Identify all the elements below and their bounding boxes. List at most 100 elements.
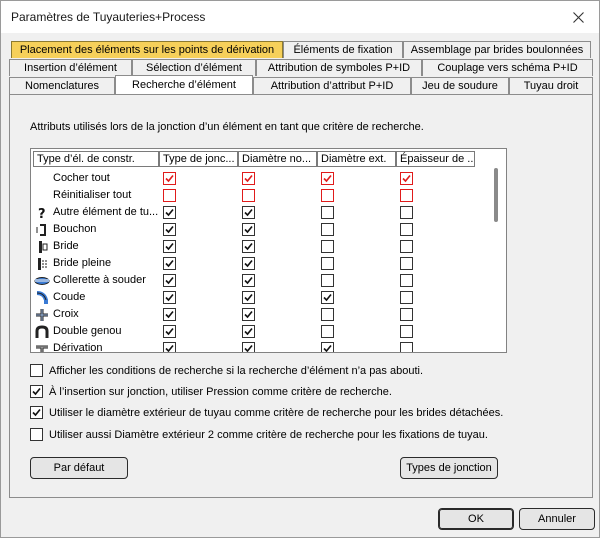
column-header-type-jonction[interactable]: Type de jonc... <box>159 151 238 167</box>
ok-button[interactable]: OK <box>438 508 514 530</box>
row-checkbox[interactable] <box>242 325 255 338</box>
row-checkbox[interactable] <box>400 172 413 185</box>
option-checkbox[interactable] <box>30 406 43 419</box>
scrollbar-thumb[interactable] <box>494 168 498 222</box>
option-checkbox[interactable] <box>30 364 43 377</box>
row-checkbox[interactable] <box>400 342 413 352</box>
row-checkbox[interactable] <box>400 274 413 287</box>
column-header-diametre-ext[interactable]: Diamètre ext. <box>317 151 396 167</box>
settings-dialog: Paramètres de Tuyauteries+Process Placem… <box>0 0 600 538</box>
row-checkbox[interactable] <box>242 189 255 202</box>
row-checkbox[interactable] <box>242 206 255 219</box>
row-checkbox[interactable] <box>163 274 176 287</box>
row-checkbox[interactable] <box>321 206 334 219</box>
list-scrollbar[interactable] <box>488 168 505 351</box>
blind-flange-icon <box>34 256 50 271</box>
row-checkbox[interactable] <box>163 342 176 352</box>
tab-attribution-symboles[interactable]: Attribution de symboles P+ID <box>256 59 422 76</box>
tab-recherche-element[interactable]: Recherche d’élément <box>115 75 253 94</box>
table-row[interactable]: Double genou <box>31 323 487 340</box>
row-checkbox[interactable] <box>163 325 176 338</box>
tab-elements-fixation[interactable]: Éléments de fixation <box>283 41 403 58</box>
row-checkbox[interactable] <box>400 189 413 202</box>
row-name: Cocher tout <box>53 172 110 184</box>
tab-tuyau-droit[interactable]: Tuyau droit <box>509 77 593 94</box>
tab-selection-element[interactable]: Sélection d’élément <box>132 59 256 76</box>
option-label: Utiliser le diamètre extérieur de tuyau … <box>49 407 504 419</box>
cap-icon <box>34 222 50 237</box>
row-checkbox[interactable] <box>163 189 176 202</box>
table-row[interactable]: Collerette à souder <box>31 272 487 289</box>
row-checkbox[interactable] <box>242 291 255 304</box>
tab-placement-derivation[interactable]: Placement des éléments sur les points de… <box>11 41 283 58</box>
row-name: Coude <box>53 291 86 303</box>
table-row[interactable]: ? Autre élément de tu... <box>31 204 487 221</box>
row-checkbox[interactable] <box>400 325 413 338</box>
row-checkbox[interactable] <box>242 223 255 236</box>
option-checkbox[interactable] <box>30 428 43 441</box>
table-row[interactable]: Bride <box>31 238 487 255</box>
row-checkbox[interactable] <box>321 172 334 185</box>
row-checkbox[interactable] <box>163 240 176 253</box>
row-checkbox[interactable] <box>321 308 334 321</box>
row-checkbox[interactable] <box>321 291 334 304</box>
table-row[interactable]: Dérivation <box>31 340 487 352</box>
row-checkbox[interactable] <box>242 172 255 185</box>
tab-couplage-schema[interactable]: Couplage vers schéma P+ID <box>422 59 593 76</box>
tab-insertion-element[interactable]: Insertion d’élément <box>9 59 132 76</box>
row-checkbox[interactable] <box>400 223 413 236</box>
elbow-icon <box>34 290 50 305</box>
tab-assemblage-brides[interactable]: Assemblage par brides boulonnées <box>403 41 591 58</box>
tab-attribution-attribut[interactable]: Attribution d’attribut P+ID <box>253 77 411 94</box>
row-checkbox[interactable] <box>400 206 413 219</box>
search-criteria-list[interactable]: Type d’él. de constr. Type de jonc... Di… <box>30 148 507 353</box>
tee-icon <box>34 341 50 352</box>
row-checkbox[interactable] <box>242 240 255 253</box>
row-checkbox[interactable] <box>400 257 413 270</box>
table-row[interactable]: Réinitialiser tout <box>31 187 487 204</box>
question-icon: ? <box>34 205 50 220</box>
row-checkbox[interactable] <box>321 274 334 287</box>
option-label: Afficher les conditions de recherche si … <box>49 365 424 377</box>
row-checkbox[interactable] <box>400 308 413 321</box>
table-row[interactable]: Bouchon <box>31 221 487 238</box>
row-checkbox[interactable] <box>321 342 334 352</box>
svg-text:?: ? <box>38 207 46 220</box>
cancel-button[interactable]: Annuler <box>519 508 595 530</box>
table-row[interactable]: Coude <box>31 289 487 306</box>
table-row[interactable]: Cocher tout <box>31 170 487 187</box>
row-checkbox[interactable] <box>163 291 176 304</box>
close-icon <box>572 11 584 23</box>
row-checkbox[interactable] <box>163 257 176 270</box>
row-checkbox[interactable] <box>400 240 413 253</box>
tab-jeu-soudure[interactable]: Jeu de soudure <box>411 77 509 94</box>
row-checkbox[interactable] <box>321 240 334 253</box>
table-row[interactable]: Bride pleine <box>31 255 487 272</box>
tab-nomenclatures[interactable]: Nomenclatures <box>9 77 115 94</box>
column-header-type-element[interactable]: Type d’él. de constr. <box>33 151 159 167</box>
row-checkbox[interactable] <box>163 308 176 321</box>
junction-types-button[interactable]: Types de jonction <box>400 457 498 479</box>
row-checkbox[interactable] <box>321 223 334 236</box>
row-checkbox[interactable] <box>163 172 176 185</box>
column-header-diametre-nominal[interactable]: Diamètre no... <box>238 151 317 167</box>
row-name: Bride pleine <box>53 257 112 269</box>
option-checkbox[interactable] <box>30 385 43 398</box>
row-checkbox[interactable] <box>163 223 176 236</box>
row-checkbox[interactable] <box>321 257 334 270</box>
row-checkbox[interactable] <box>242 308 255 321</box>
table-row[interactable]: Croix <box>31 306 487 323</box>
row-name: Croix <box>53 308 79 320</box>
close-button[interactable] <box>563 5 593 29</box>
row-checkbox[interactable] <box>321 189 334 202</box>
row-name: Collerette à souder <box>53 274 146 286</box>
row-checkbox[interactable] <box>242 342 255 352</box>
row-checkbox[interactable] <box>242 274 255 287</box>
cross-icon <box>34 307 50 322</box>
row-checkbox[interactable] <box>321 325 334 338</box>
row-checkbox[interactable] <box>163 206 176 219</box>
default-button[interactable]: Par défaut <box>30 457 128 479</box>
column-header-epaisseur[interactable]: Épaisseur de ... <box>396 151 475 167</box>
row-checkbox[interactable] <box>400 291 413 304</box>
row-checkbox[interactable] <box>242 257 255 270</box>
